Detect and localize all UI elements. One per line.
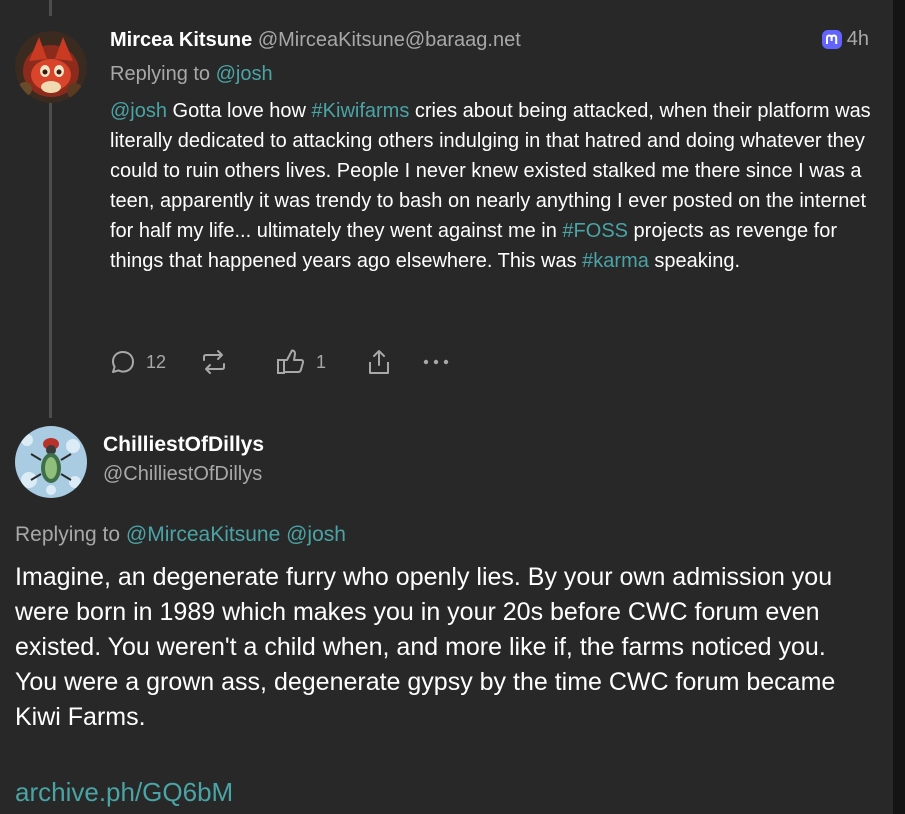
beetle-avatar-icon (15, 426, 87, 498)
mastodon-icon (821, 29, 842, 49)
mention-link[interactable]: @josh (110, 100, 167, 122)
reply-button[interactable]: 12 (110, 349, 200, 375)
hashtag-link[interactable]: #Kiwifarms (312, 100, 410, 122)
more-button[interactable] (422, 358, 450, 366)
timestamp[interactable]: 4h (847, 28, 869, 51)
reply-count: 12 (146, 351, 167, 372)
body-text: Gotta love how (167, 100, 312, 122)
share-button[interactable] (366, 348, 422, 376)
like-count: 1 (316, 351, 327, 372)
repost-button[interactable] (200, 349, 276, 375)
author-name[interactable]: Mircea Kitsune (110, 29, 252, 51)
replying-to: Replying to @MirceaKitsune @josh (15, 522, 346, 548)
replying-to-label: Replying to (110, 63, 211, 85)
like-button[interactable]: 1 (276, 348, 366, 376)
thumbs-up-icon (277, 349, 305, 374)
replying-to-mention[interactable]: @josh (216, 63, 273, 85)
scrollbar[interactable] (893, 0, 905, 814)
author-handle[interactable]: @ChilliestOfDillys (103, 462, 262, 486)
repost-icon (203, 350, 225, 374)
thread-line (49, 100, 52, 418)
post-actions: 12 1 (110, 348, 450, 376)
post-body: @josh Gotta love how #Kiwifarms cries ab… (110, 96, 880, 276)
post-meta: 4h (821, 28, 869, 51)
hashtag-link[interactable]: #karma (582, 250, 649, 272)
post-body: Imagine, an degenerate furry who openly … (15, 563, 836, 731)
replying-to: Replying to @josh (110, 62, 273, 86)
post-header: Mircea Kitsune @MirceaKitsune@baraag.net (110, 28, 521, 52)
author-name[interactable]: ChilliestOfDillys (103, 432, 264, 458)
avatar[interactable] (15, 426, 87, 498)
share-icon (369, 350, 389, 374)
avatar[interactable] (15, 31, 87, 103)
replying-to-label: Replying to (15, 523, 121, 546)
archive-link[interactable]: archive.ph/GQ6bM (15, 776, 233, 808)
fox-avatar-icon (15, 31, 87, 103)
body-text: speaking. (648, 250, 741, 272)
replying-to-mentions[interactable]: @MirceaKitsune @josh (126, 523, 346, 546)
thread-page: Mircea Kitsune @MirceaKitsune@baraag.net… (0, 0, 893, 814)
reply-icon (112, 351, 134, 373)
hashtag-link[interactable]: #FOSS (562, 220, 628, 242)
thread-line-top (49, 0, 52, 16)
more-icon (423, 359, 449, 365)
author-handle[interactable]: @MirceaKitsune@baraag.net (258, 29, 521, 51)
